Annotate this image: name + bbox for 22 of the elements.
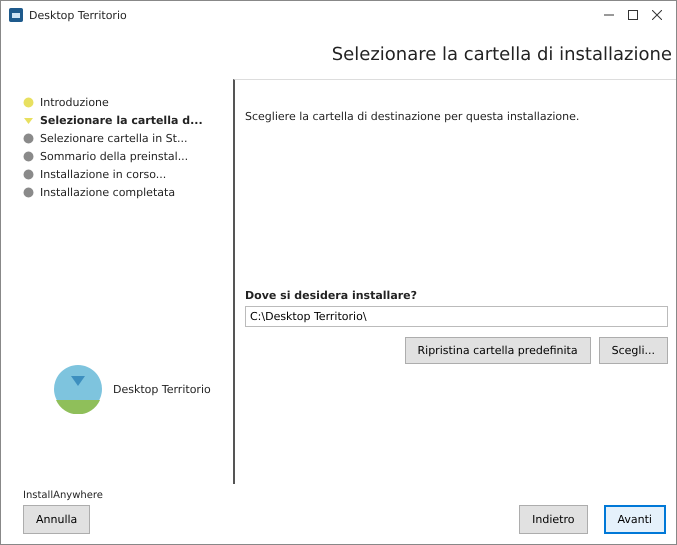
step-item: Selezionare la cartella d...	[23, 111, 233, 129]
page-heading: Selezionare la cartella di installazione	[332, 44, 672, 64]
app-icon	[9, 8, 23, 22]
back-button[interactable]: Indietro	[519, 505, 588, 534]
next-button[interactable]: Avanti	[604, 505, 666, 534]
close-icon[interactable]	[652, 10, 662, 20]
folder-button[interactable]: Scegli...	[598, 337, 668, 364]
maximize-icon[interactable]	[628, 10, 638, 20]
cancel-button[interactable]: Annulla	[23, 505, 90, 534]
folder-button[interactable]: Ripristina cartella predefinita	[404, 337, 591, 364]
logo-icon	[53, 364, 103, 414]
brand-label: InstallAnywhere	[22, 489, 104, 503]
step-item: Sommario della preinstal...	[23, 147, 233, 165]
step-item: Introduzione	[23, 93, 233, 111]
description-text: Scegliere la cartella di destinazione per questa installazione.	[245, 110, 580, 123]
logo-text: Desktop Territorio	[113, 382, 211, 396]
path-input-field[interactable]: C:\Desktop Territorio\	[245, 306, 668, 327]
step-item: Installazione in corso...	[23, 165, 233, 183]
step-item: Installazione completata	[23, 183, 233, 201]
step-item: Selezionare cartella in St...	[23, 129, 233, 147]
question-label: Dove si desidera installare?	[245, 289, 418, 302]
window-title: Desktop Territorio	[29, 8, 127, 22]
